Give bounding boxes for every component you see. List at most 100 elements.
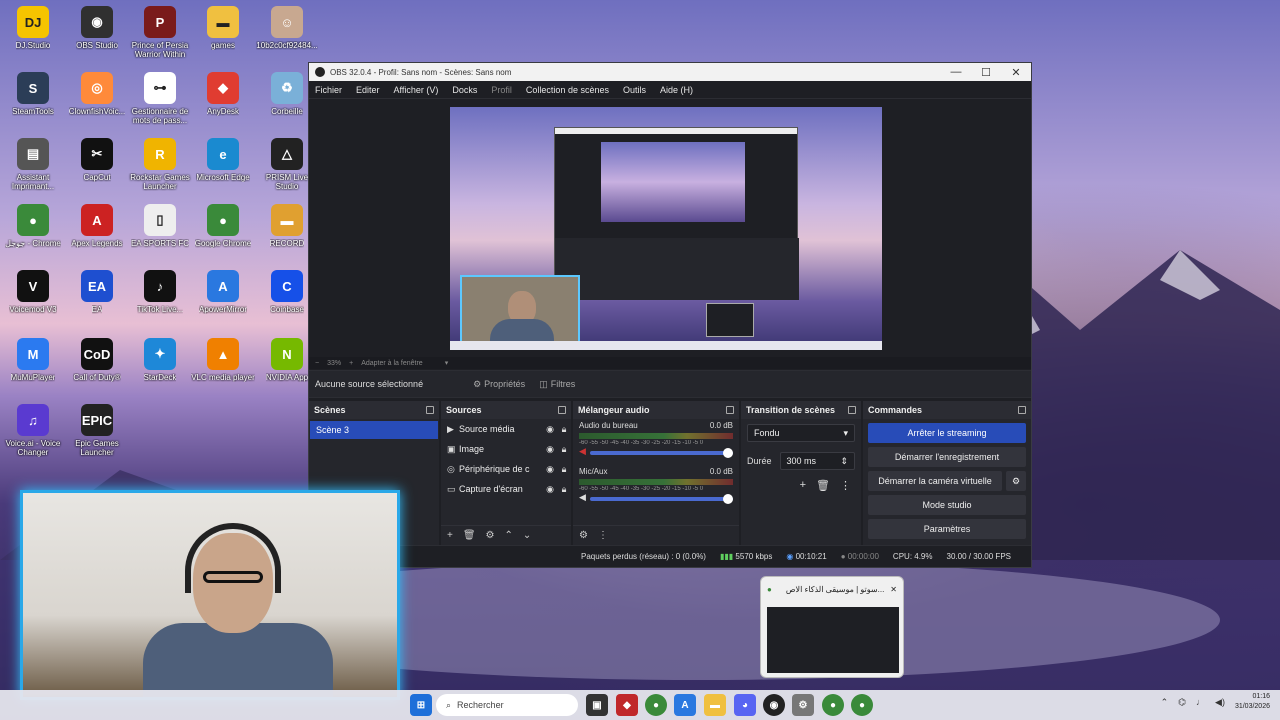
desktop-icon[interactable]: ✦ StarDeck [127,338,193,400]
minimize-icon[interactable]: — [941,66,971,78]
undock-icon[interactable] [426,406,434,414]
desktop-icon[interactable]: e Microsoft Edge [190,138,256,200]
desktop-icon[interactable]: ▤ Assistant Imprimant... [0,138,66,200]
folder-icon[interactable]: ▬ [704,694,726,716]
lock-icon[interactable]: 🔒︎ [557,424,571,435]
task-view-icon[interactable]: ▣ [586,694,608,716]
gear-icon[interactable]: ⚙ [1006,471,1026,491]
menu-collection[interactable]: Collection de scènes [524,83,611,97]
taskbar-preview[interactable]: ● سوتو | موسيقى الذكاء الاص... ✕ [760,576,904,678]
more-icon[interactable]: ⋮ [840,479,851,492]
start-recording-button[interactable]: Démarrer l'enregistrement [868,447,1026,467]
desktop-icon[interactable]: ✂ CapCut [64,138,130,200]
chrome-icon[interactable]: ● [851,694,873,716]
maximize-icon[interactable]: ☐ [971,66,1001,79]
studio-mode-button[interactable]: Mode studio [868,495,1026,515]
desktop-icon[interactable]: A ApowerMirror [190,270,256,332]
gear-icon[interactable]: ⚙ [579,530,588,541]
undock-icon[interactable] [558,406,566,414]
transition-select[interactable]: Fondu ▾ [747,424,855,442]
menu-docks[interactable]: Docks [450,83,479,97]
chevron-down-icon[interactable]: ▾ [445,359,449,367]
desktop-icon[interactable]: EPIC Epic Games Launcher [64,404,130,466]
eye-icon[interactable]: ◉ [543,464,557,475]
filters-button[interactable]: ◫ Filtres [539,379,575,390]
desktop-icon[interactable]: ☺ 10b2c0cf92484... [254,6,320,68]
desktop-icon[interactable]: ⊶ Gestionnaire de mots de pass... [127,72,193,134]
desktop-icon[interactable]: V Voicemod V3 [0,270,66,332]
desktop-icon[interactable]: CoD Call of Duty® [64,338,130,400]
fit-window-label[interactable]: Adapter à la fenêtre [361,360,423,367]
menu-fichier[interactable]: Fichier [313,83,344,97]
desktop-icon[interactable]: ▬ games [190,6,256,68]
menu-editer[interactable]: Editer [354,83,382,97]
stop-streaming-button[interactable]: Arrêter le streaming [868,423,1026,443]
taskbar-search[interactable]: ⌕ Rechercher [436,694,578,716]
eye-icon[interactable]: ◉ [543,444,557,455]
volume-icon[interactable]: ◀) [1215,697,1225,708]
obs-icon[interactable]: ◉ [763,694,785,716]
start-virtual-camera-button[interactable]: Démarrer la caméra virtuelle [868,471,1002,491]
preview-canvas[interactable] [450,107,882,350]
lock-icon[interactable]: 🔒︎ [557,484,571,495]
undock-icon[interactable] [1018,406,1026,414]
desktop-icon[interactable]: R Rockstar Games Launcher [127,138,193,200]
desktop-icon[interactable]: ◎ ClownfishVoic... [64,72,130,134]
discord-icon[interactable]: ◕ [734,694,756,716]
menu-outils[interactable]: Outils [621,83,648,97]
lock-icon[interactable]: 🔒︎ [557,444,571,455]
speaker-muted-icon[interactable]: ◀ [579,446,586,457]
duration-input[interactable]: 300 ms ⇕ [779,452,855,470]
settings-icon[interactable]: ⚙ [792,694,814,716]
undock-icon[interactable] [726,406,734,414]
menu-afficher[interactable]: Afficher (V) [392,83,441,97]
close-icon[interactable]: ✕ [890,585,897,594]
arrow-down-icon[interactable]: ⌄ [523,530,531,541]
desktop-icon[interactable]: ◆ AnyDesk [190,72,256,134]
add-icon[interactable]: + [800,479,806,492]
settings-button[interactable]: Paramètres [868,519,1026,539]
windows-start-icon[interactable]: ⊞ [410,694,432,716]
zoom-in-icon[interactable]: + [349,360,353,367]
properties-button[interactable]: ⚙ Propriétés [473,379,525,390]
eye-icon[interactable]: ◉ [543,484,557,495]
desktop-icon[interactable]: ● Google Chrome [190,204,256,266]
menu-profil[interactable]: Profil [489,83,514,97]
desktop-icon[interactable]: A Apex Legends [64,204,130,266]
source-item-screen[interactable]: ▭ Capture d'écran ◉ 🔒︎ [441,479,571,499]
network-icon[interactable]: ⌬ [1178,697,1186,708]
mic-icon[interactable]: ♩ [1196,697,1205,707]
undock-icon[interactable] [848,406,856,414]
menu-aide[interactable]: Aide (H) [658,83,695,97]
desktop-icon[interactable]: S SteamTools [0,72,66,134]
add-icon[interactable]: + [447,530,453,541]
desktop-icon[interactable]: DJ DJ.Studio [0,6,66,68]
desktop-icon[interactable]: ♪ TikTok Live... [127,270,193,332]
trash-icon[interactable]: 🗑︎ [816,479,830,492]
apowermirror-icon[interactable]: A [674,694,696,716]
chevron-up-icon[interactable]: ⌃ [1161,697,1169,708]
desktop-icon[interactable]: EA EA [64,270,130,332]
volume-slider[interactable] [589,448,733,458]
source-item-device[interactable]: ◎ Périphérique de c ◉ 🔒︎ [441,459,571,479]
volume-slider[interactable] [589,494,733,504]
zoom-out-icon[interactable]: − [315,360,319,367]
desktop-icon[interactable]: M MuMuPlayer [0,338,66,400]
more-icon[interactable]: ⋮ [598,530,608,541]
trash-icon[interactable]: 🗑︎ [463,530,476,541]
chrome-icon[interactable]: ● [822,694,844,716]
anydesk-icon[interactable]: ◆ [616,694,638,716]
clock[interactable]: 01:16 31/03/2026 [1235,692,1270,712]
desktop-icon[interactable]: ◉ OBS Studio [64,6,130,68]
scene-item[interactable]: Scène 3 [310,421,438,439]
speaker-icon[interactable]: ◀ [579,492,586,503]
arrow-up-icon[interactable]: ⌃ [505,530,513,541]
close-icon[interactable]: ✕ [1001,66,1031,79]
desktop-icon[interactable]: ● جوجل - Chrome [0,204,66,266]
source-item-image[interactable]: ▣ Image ◉ 🔒︎ [441,439,571,459]
desktop-icon[interactable]: ▯ EA SPORTS FC [127,204,193,266]
gear-icon[interactable]: ⚙ [486,530,495,541]
eye-icon[interactable]: ◉ [543,424,557,435]
desktop-icon[interactable]: P Prince of Persia Warrior Within [127,6,193,68]
source-item-media[interactable]: ▶ Source média ◉ 🔒︎ [441,419,571,439]
